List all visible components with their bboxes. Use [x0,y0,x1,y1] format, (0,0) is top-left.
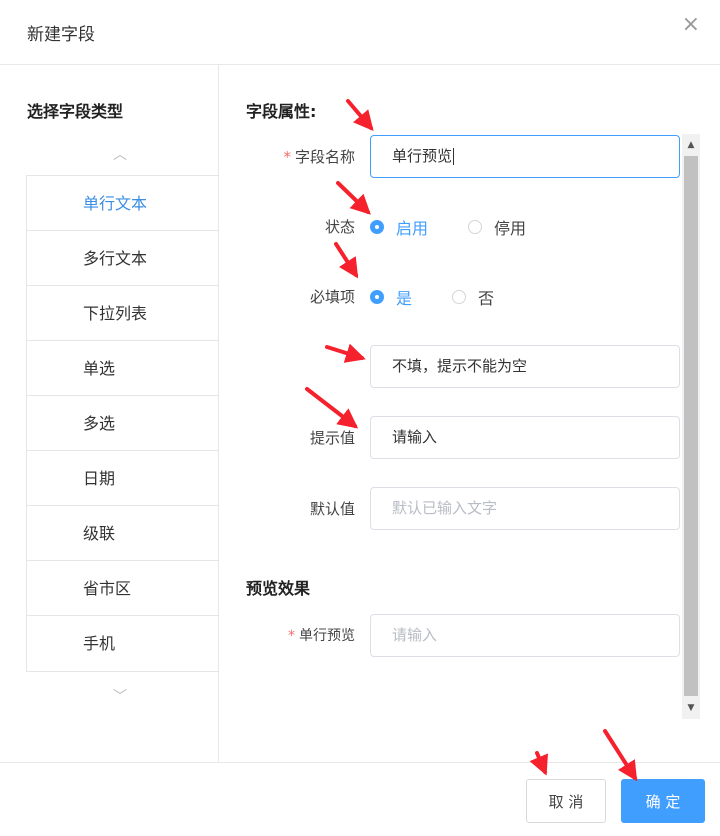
scrollbar-thumb[interactable] [684,156,698,696]
field-type-item[interactable]: 级联 [27,506,219,561]
text-caret [453,148,455,165]
close-icon[interactable]: × [682,14,700,36]
field-type-item[interactable]: 下拉列表 [27,286,219,341]
required-message-input[interactable]: 不填，提示不能为空 [370,345,680,388]
field-type-item[interactable]: 多选 [27,396,219,451]
status-disabled-radio[interactable]: 停用 [468,215,526,239]
required-label: 必填项 [309,288,355,306]
required-yes-label: 是 [396,289,413,308]
field-type-item[interactable]: 手机 [27,616,219,671]
default-value-input[interactable]: 默认已输入文字 [370,487,680,530]
field-type-item[interactable]: 单选 [27,341,219,396]
cancel-button[interactable]: 取 消 [526,779,606,823]
field-type-item[interactable]: 多行文本 [27,231,219,286]
preview-input[interactable]: 请输入 [370,614,680,657]
radio-dot-icon [370,220,384,234]
preview-field-label: * 单行预览 [235,625,355,645]
radio-dot-icon [370,290,384,304]
field-name-input[interactable]: 单行预览 [370,135,680,178]
default-value-label: 默认值 [309,500,355,518]
field-name-label-text: 字段名称 [294,148,355,166]
required-mark: * [283,148,291,166]
preview-section-title: 预览效果 [246,579,311,598]
confirm-button[interactable]: 确 定 [621,779,705,823]
radio-dot-icon [452,290,467,304]
required-yes-radio[interactable]: 是 [370,285,412,309]
field-properties-panel: 字段属性: * 字段名称 单行预览 状态 启用 停用 必填项 是 否 不填，提示… [219,64,720,762]
field-type-title: 选择字段类型 [27,102,124,121]
required-no-label: 否 [478,289,495,308]
required-radio-group: 是 否 [370,285,534,309]
required-no-radio[interactable]: 否 [452,285,494,309]
status-radio-group: 启用 停用 [370,215,566,239]
hint-label: 提示值 [309,429,355,447]
field-type-panel: 选择字段类型 ︿ 单行文本 多行文本 下拉列表 单选 多选 日期 级联 省市区 … [0,64,219,762]
status-disabled-label: 停用 [494,219,527,238]
dialog-header: 新建字段 × [0,0,720,65]
chevron-down-icon[interactable]: ﹀ [113,686,127,706]
radio-dot-icon [468,220,483,234]
new-field-dialog: 新建字段 × 选择字段类型 ︿ 单行文本 多行文本 下拉列表 单选 多选 日期 … [0,0,720,835]
status-enabled-label: 启用 [396,219,429,238]
status-label: 状态 [324,218,355,236]
field-type-item[interactable]: 省市区 [27,561,219,616]
field-type-list: 单行文本 多行文本 下拉列表 单选 多选 日期 级联 省市区 手机 [26,175,219,672]
properties-section-title: 字段属性: [246,102,317,121]
field-type-item[interactable]: 单行文本 [27,176,219,231]
chevron-up-icon[interactable]: ︿ [113,144,127,164]
scroll-up-arrow-icon[interactable]: ▲ [682,140,700,150]
field-type-item[interactable]: 日期 [27,451,219,506]
dialog-footer: 取 消 确 定 [0,762,720,836]
scroll-down-arrow-icon[interactable]: ▼ [682,703,700,713]
required-mark: * [288,628,295,644]
hint-input[interactable]: 请输入 [370,416,680,459]
scrollbar[interactable]: ▲ ▼ [682,134,700,719]
field-name-value: 单行预览 [392,147,453,165]
status-enabled-radio[interactable]: 启用 [370,215,428,239]
preview-field-label-text: 单行预览 [299,628,355,644]
dialog-title: 新建字段 [27,25,95,45]
field-name-label: * 字段名称 [235,146,355,167]
